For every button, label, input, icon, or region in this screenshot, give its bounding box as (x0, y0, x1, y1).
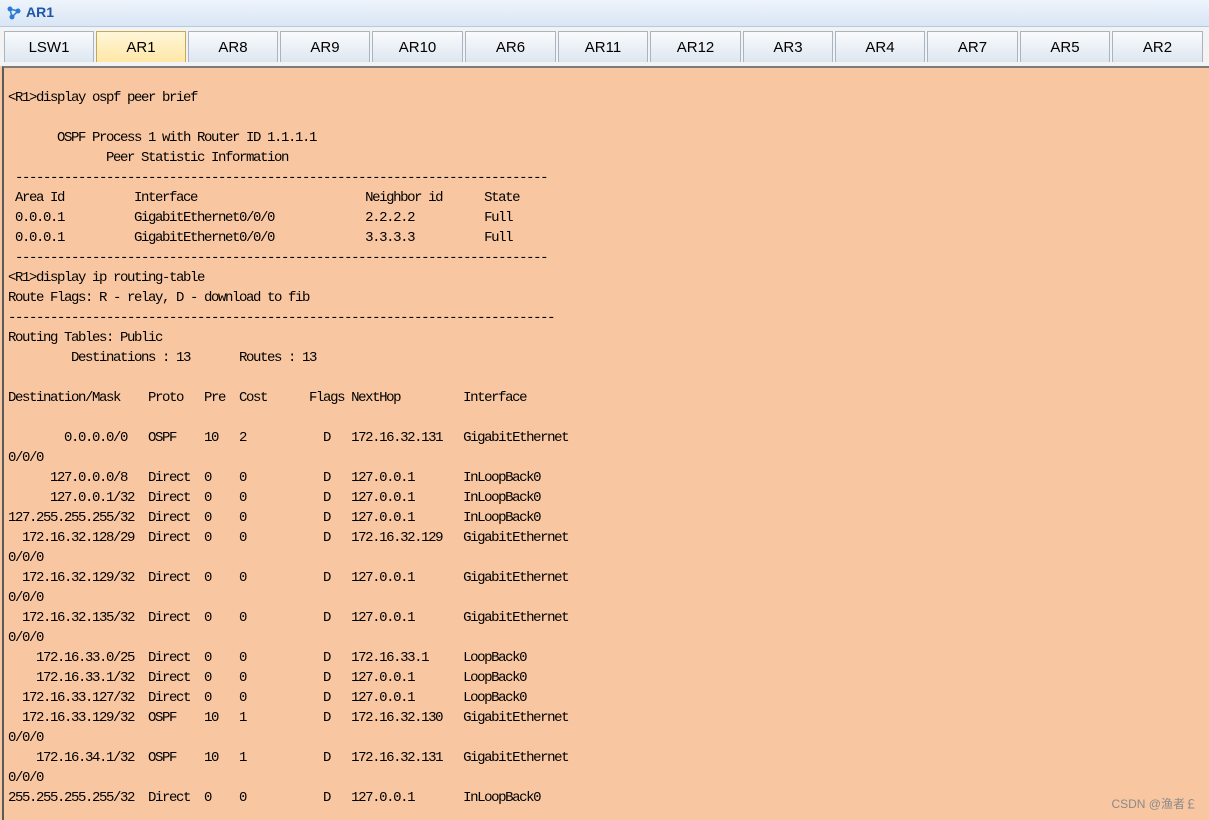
tab-label: AR10 (398, 38, 437, 56)
terminal-line: 255.255.255.255/32 Direct 0 0 D 127.0.0.… (8, 790, 542, 806)
tab-lsw1[interactable]: LSW1 (4, 31, 94, 62)
tab-label: AR11 (584, 38, 622, 56)
tab-ar11[interactable]: AR11 (558, 31, 648, 62)
window-title: AR1 (26, 4, 55, 20)
terminal-line: 0.0.0.1 GigabitEthernet0/0/0 2.2.2.2 Ful… (8, 210, 514, 226)
terminal-line: 0/0/0 (8, 630, 44, 646)
tab-ar8[interactable]: AR8 (188, 31, 278, 62)
terminal-console[interactable]: <R1>display ospf peer brief OSPF Process… (2, 66, 1209, 820)
terminal-line: 0/0/0 (8, 450, 44, 466)
terminal-line: 127.0.0.0/8 Direct 0 0 D 127.0.0.1 InLoo… (8, 470, 542, 486)
tab-ar1[interactable]: AR1 (96, 31, 186, 62)
terminal-line: <R1>display ospf peer brief (8, 90, 198, 106)
tab-ar3[interactable]: AR3 (743, 31, 833, 62)
terminal-line: 0/0/0 (8, 590, 44, 606)
terminal-line: 0.0.0.1 GigabitEthernet0/0/0 3.3.3.3 Ful… (8, 230, 514, 246)
terminal-line: Route Flags: R - relay, D - download to … (8, 290, 310, 306)
terminal-line: 172.16.33.1/32 Direct 0 0 D 127.0.0.1 Lo… (8, 670, 528, 686)
tab-label: AR12 (676, 38, 715, 56)
terminal-line: Area Id Interface Neighbor id State (8, 190, 521, 206)
terminal-line: 0.0.0.0/0 OSPF 10 2 D 172.16.32.131 Giga… (8, 430, 570, 446)
terminal-line: 172.16.32.128/29 Direct 0 0 D 172.16.32.… (8, 530, 570, 546)
tab-label: AR6 (495, 38, 526, 56)
tab-label: AR3 (773, 38, 803, 56)
window-titlebar: AR1 (0, 0, 1209, 27)
terminal-line: 172.16.32.129/32 Direct 0 0 D 127.0.0.1 … (8, 570, 570, 586)
tab-label: AR4 (865, 38, 895, 56)
tab-ar6[interactable]: AR6 (465, 31, 556, 62)
tab-ar10[interactable]: AR10 (372, 31, 463, 62)
terminal-line: 172.16.33.127/32 Direct 0 0 D 127.0.0.1 … (8, 690, 528, 706)
device-tab-bar: LSW1 AR1 AR8 AR9 AR10 AR6 AR11 AR12 AR3 … (0, 27, 1209, 66)
tab-ar9[interactable]: AR9 (280, 31, 370, 62)
terminal-line: Peer Statistic Information (8, 150, 289, 166)
terminal-line: Destination/Mask Proto Pre Cost Flags Ne… (8, 390, 528, 406)
router-network-icon (6, 5, 22, 21)
tab-label: AR5 (1050, 38, 1080, 56)
tab-ar4[interactable]: AR4 (835, 31, 925, 62)
terminal-line: ----------------------------------------… (8, 170, 549, 186)
tab-label: AR8 (218, 38, 248, 56)
terminal-line: ----------------------------------------… (8, 310, 556, 326)
terminal-line: 0/0/0 (8, 550, 44, 566)
terminal-line: 127.255.255.255/32 Direct 0 0 D 127.0.0.… (8, 510, 542, 526)
tab-ar7[interactable]: AR7 (927, 31, 1018, 62)
tab-ar2[interactable]: AR2 (1112, 31, 1203, 62)
terminal-line: Destinations : 13 Routes : 13 (8, 350, 317, 366)
terminal-line: <R1>display ip routing-table (8, 270, 205, 286)
tab-label: AR7 (957, 38, 988, 56)
terminal-line: 172.16.34.1/32 OSPF 10 1 D 172.16.32.131… (8, 750, 570, 766)
terminal-line: Routing Tables: Public (8, 330, 163, 346)
terminal-output: <R1>display ospf peer brief OSPF Process… (8, 88, 570, 808)
tab-ar12[interactable]: AR12 (650, 31, 741, 62)
tab-label: LSW1 (28, 38, 70, 56)
terminal-line: 172.16.33.0/25 Direct 0 0 D 172.16.33.1 … (8, 650, 528, 666)
terminal-line: 172.16.32.135/32 Direct 0 0 D 127.0.0.1 … (8, 610, 570, 626)
terminal-line: ----------------------------------------… (8, 250, 549, 266)
terminal-line: 0/0/0 (8, 770, 44, 786)
tab-label: AR1 (126, 38, 156, 56)
terminal-line: 127.0.0.1/32 Direct 0 0 D 127.0.0.1 InLo… (8, 490, 542, 506)
watermark: CSDN @渔者￡ (1111, 797, 1197, 811)
tab-label: AR9 (310, 38, 340, 56)
terminal-line: OSPF Process 1 with Router ID 1.1.1.1 (8, 130, 317, 146)
tab-ar5[interactable]: AR5 (1020, 31, 1110, 62)
tab-label: AR2 (1142, 38, 1173, 56)
terminal-line: 172.16.33.129/32 OSPF 10 1 D 172.16.32.1… (8, 710, 570, 726)
terminal-line: 0/0/0 (8, 730, 44, 746)
